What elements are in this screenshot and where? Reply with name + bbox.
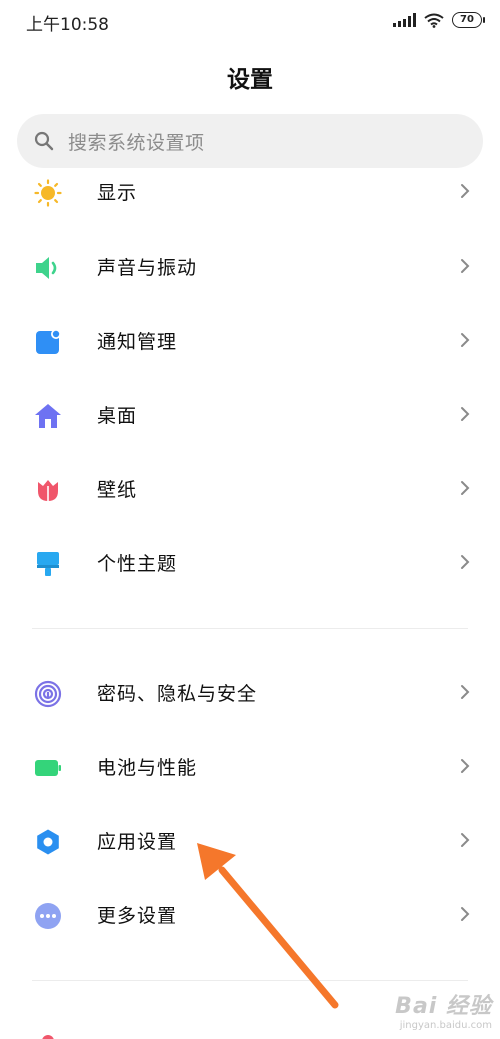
setting-label: 壁纸 [97, 479, 138, 501]
setting-label: 显示 [97, 182, 138, 204]
chevron-right-icon [461, 184, 470, 198]
chevron-right-icon [461, 555, 470, 569]
setting-home-screen[interactable]: 桌面 [0, 385, 500, 445]
setting-label: 声音与振动 [97, 257, 198, 279]
sun-icon [34, 179, 62, 207]
setting-label: 电池与性能 [97, 757, 198, 779]
setting-label: 个性主题 [97, 553, 178, 575]
group-divider [32, 628, 468, 629]
setting-battery-performance[interactable]: 电池与性能 [0, 737, 500, 797]
gear-icon [37, 829, 59, 855]
settings-list: 显示 声音与振动 通知管理 桌面 壁纸 个性主题 密码、隐私与安全 电池与性能 … [0, 170, 500, 1039]
fingerprint-icon [34, 680, 62, 708]
group-divider [32, 980, 468, 981]
more-icon [35, 903, 61, 929]
setting-label: 更多设置 [97, 905, 178, 927]
watermark-url: jingyan.baidu.com [399, 1020, 492, 1031]
chevron-right-icon [461, 259, 470, 273]
chevron-right-icon [461, 333, 470, 347]
battery-status: 70 [452, 12, 485, 28]
page-title: 设置 [227, 67, 273, 93]
setting-privacy-security[interactable]: 密码、隐私与安全 [0, 663, 500, 723]
status-icons: 70 [393, 11, 485, 29]
battery-icon [35, 760, 61, 776]
chevron-right-icon [461, 833, 470, 847]
brush-icon [37, 552, 59, 576]
setting-app-settings[interactable]: 应用设置 [0, 811, 500, 871]
chevron-right-icon [461, 481, 470, 495]
setting-display[interactable]: 显示 [0, 170, 500, 222]
search-placeholder: 搜索系统设置项 [68, 131, 205, 154]
setting-themes[interactable]: 个性主题 [0, 533, 500, 593]
status-bar: 上午10:58 70 [0, 0, 500, 40]
setting-label: 桌面 [97, 405, 138, 427]
notification-icon [36, 329, 61, 354]
account-icon [42, 1035, 54, 1039]
watermark-logo: Bai 经验 [395, 994, 492, 1019]
chevron-right-icon [461, 407, 470, 421]
setting-more-settings[interactable]: 更多设置 [0, 885, 500, 945]
chevron-right-icon [461, 685, 470, 699]
search-icon [34, 131, 54, 151]
signal-icon [393, 13, 416, 27]
status-time: 上午10:58 [26, 15, 109, 35]
search-bar[interactable]: 搜索系统设置项 [17, 114, 483, 168]
chevron-right-icon [461, 907, 470, 921]
speaker-icon [36, 257, 57, 279]
chevron-right-icon [461, 759, 470, 773]
setting-label: 通知管理 [97, 331, 178, 353]
setting-wallpaper[interactable]: 壁纸 [0, 459, 500, 519]
home-icon [35, 404, 61, 428]
tulip-icon [38, 480, 58, 501]
setting-notifications[interactable]: 通知管理 [0, 311, 500, 371]
setting-sound-vibration[interactable]: 声音与振动 [0, 237, 500, 297]
setting-label: 密码、隐私与安全 [97, 683, 258, 705]
wifi-icon [424, 13, 444, 28]
setting-label: 应用设置 [97, 831, 178, 853]
watermark: Bai 经验 jingyan.baidu.com [395, 988, 492, 1031]
